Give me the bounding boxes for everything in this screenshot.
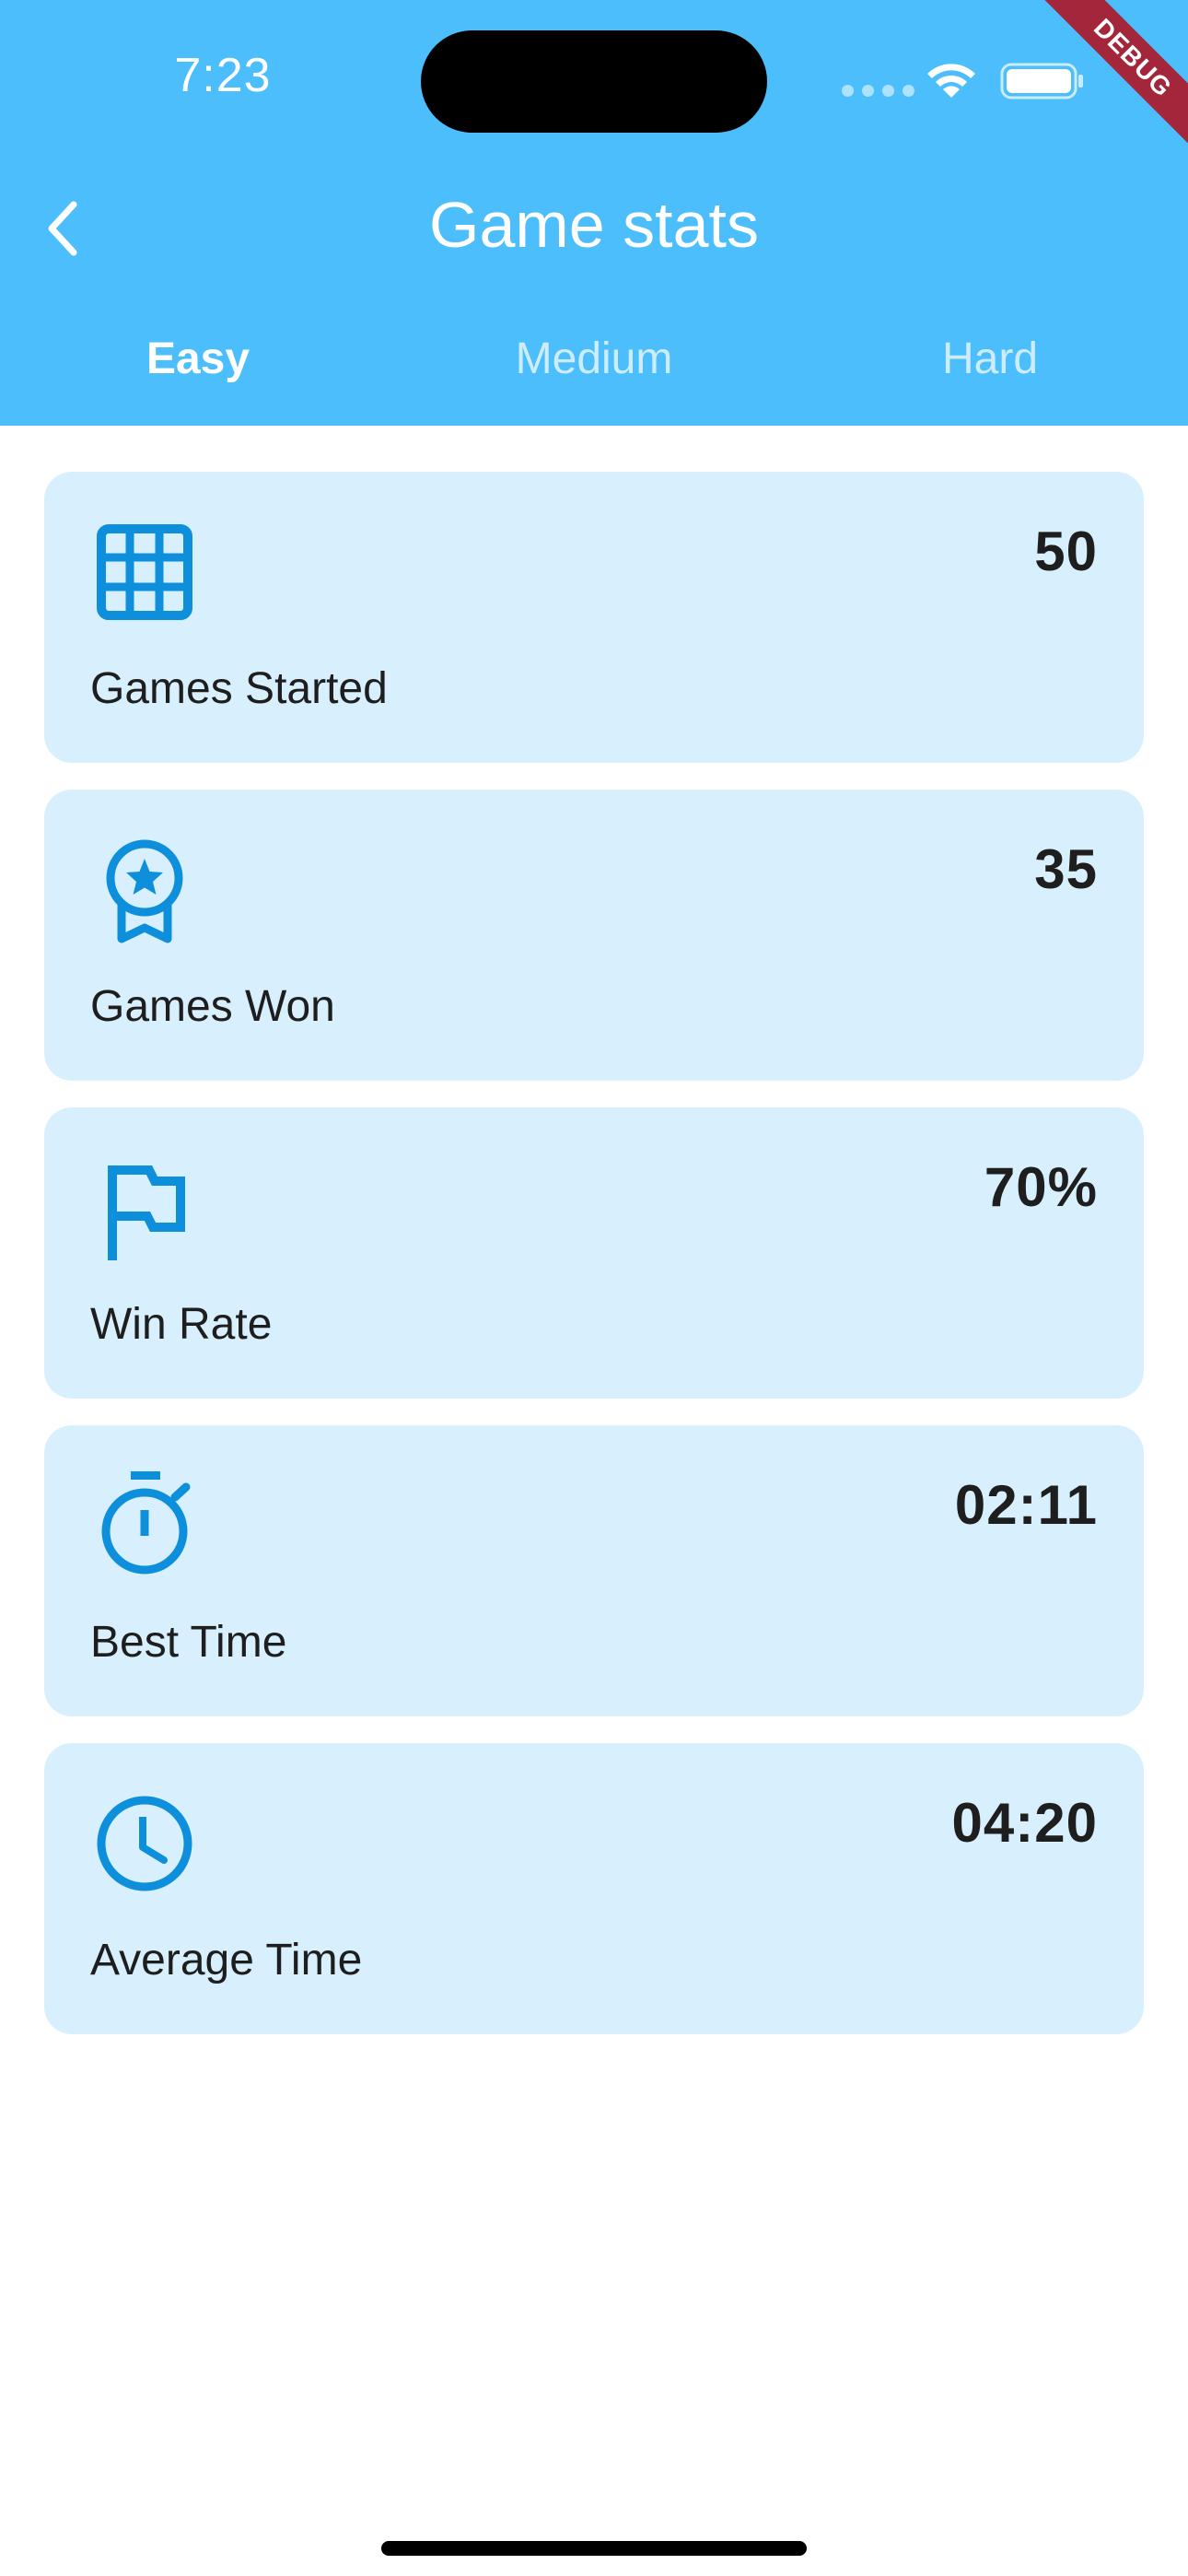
stat-card-games-won: 35 Games Won: [44, 790, 1144, 1081]
stat-label: Games Won: [90, 982, 335, 1031]
dynamic-island: [421, 30, 767, 133]
stat-value: 04:20: [951, 1792, 1098, 1854]
stat-card-average-time: 04:20 Average Time: [44, 1743, 1144, 2034]
stat-value: 70%: [984, 1156, 1098, 1218]
grid-icon: [97, 524, 192, 620]
stat-card-win-rate: 70% Win Rate: [44, 1107, 1144, 1399]
tab-easy[interactable]: Easy: [0, 322, 396, 396]
wifi-icon: [927, 64, 975, 98]
stat-value: 50: [1034, 521, 1098, 582]
stat-value: 35: [1034, 838, 1098, 900]
battery-icon: [1000, 63, 1083, 100]
status-time: 7:23: [174, 49, 272, 102]
difficulty-tabs: Easy Medium Hard: [0, 322, 1188, 396]
flag-icon: [108, 1165, 185, 1260]
stat-label: Games Started: [90, 664, 388, 713]
home-indicator[interactable]: [381, 2541, 807, 2556]
stat-label: Average Time: [90, 1936, 363, 1985]
stat-value: 02:11: [954, 1474, 1098, 1536]
award-icon: [106, 839, 183, 943]
stat-card-best-time: 02:11 Best Time: [44, 1425, 1144, 1716]
stopwatch-icon: [101, 1471, 191, 1575]
tab-medium[interactable]: Medium: [396, 322, 792, 396]
cellular-signal-icon: [842, 85, 914, 97]
app-header: 7:23 DEBUG Game stats Easy Medium Hard: [0, 0, 1188, 426]
stat-label: Win Rate: [90, 1300, 273, 1349]
page-title: Game stats: [429, 189, 759, 261]
clock-icon: [97, 1796, 192, 1891]
stat-card-games-started: 50 Games Started: [44, 472, 1144, 763]
tab-hard[interactable]: Hard: [792, 322, 1188, 396]
stat-label: Best Time: [90, 1618, 287, 1667]
